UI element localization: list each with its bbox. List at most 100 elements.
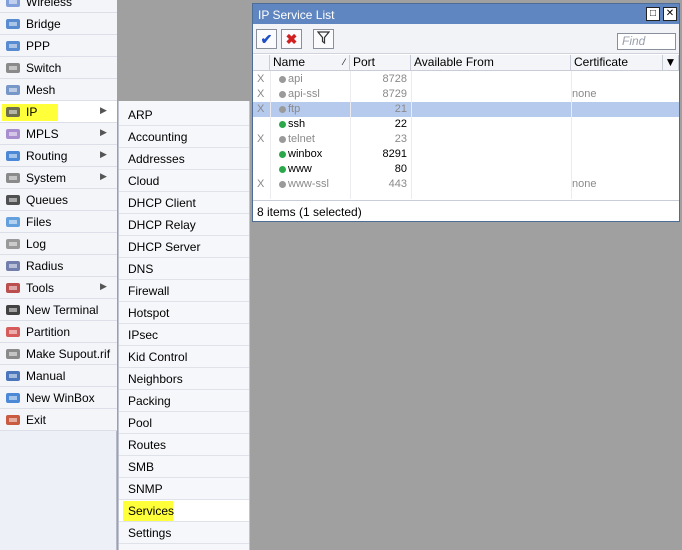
maximize-icon[interactable]: □ — [646, 7, 660, 21]
sidebar-item-label: Log — [26, 237, 47, 251]
sidebar-item-label: MPLS — [26, 127, 59, 141]
table-row[interactable]: winbox 8291 — [253, 147, 679, 162]
window-toolbar: ✔ ✖ Find — [253, 24, 679, 54]
submenu-arrow-icon: ▶ — [100, 281, 107, 291]
sidebar-item-label: Radius — [26, 259, 64, 273]
sidebar-item-manual[interactable]: Manual — [0, 365, 117, 387]
port-column-header[interactable]: Port — [350, 55, 411, 71]
sidebar-item-system[interactable]: System ▶ — [0, 167, 117, 189]
sidebar-item-new-winbox[interactable]: New WinBox — [0, 387, 117, 409]
filter-icon[interactable] — [313, 29, 334, 49]
sidebar-item-partition[interactable]: Partition — [0, 321, 117, 343]
submenu-item-hotspot[interactable]: Hotspot — [119, 302, 249, 324]
find-input[interactable]: Find — [617, 33, 676, 50]
sidebar-item-ppp[interactable]: PPP — [0, 35, 117, 57]
table-row[interactable]: Xftp 21 — [253, 102, 679, 117]
sidebar-item-label: PPP — [26, 39, 51, 53]
window-title: IP Service List — [258, 8, 335, 22]
sidebar-item-ip[interactable]: IP ▶ — [0, 101, 117, 123]
status-text: 8 items (1 selected) — [257, 205, 362, 219]
submenu-item-ipsec[interactable]: IPsec — [119, 324, 249, 346]
window-titlebar[interactable]: IP Service List □ ✕ — [253, 4, 679, 24]
sidebar-item-exit[interactable]: Exit — [0, 409, 117, 431]
sidebar-item-queues[interactable]: Queues — [0, 189, 117, 211]
submenu-item-label: DNS — [128, 262, 154, 276]
submenu-item-label: DHCP Relay — [128, 218, 196, 232]
enable-check-icon[interactable]: ✔ — [256, 29, 277, 49]
submenu-item-dhcp-server[interactable]: DHCP Server — [119, 236, 249, 258]
sidebar-item-files[interactable]: Files — [0, 211, 117, 233]
submenu-item-snmp[interactable]: SNMP — [119, 478, 249, 500]
sidebar-item-label: Routing — [26, 149, 68, 163]
submenu-item-dns[interactable]: DNS — [119, 258, 249, 280]
ip-service-list-window: IP Service List □ ✕ ✔ ✖ Find Name ⁄ Port … — [252, 3, 680, 222]
table-row[interactable]: www 80 — [253, 162, 679, 177]
sidebar-item-label: System — [26, 171, 67, 185]
submenu-item-label: DHCP Client — [128, 196, 196, 210]
sidebar-item-switch[interactable]: Switch — [0, 57, 117, 79]
service-port: 8729 — [382, 88, 407, 100]
sidebar-item-log[interactable]: Log — [0, 233, 117, 255]
submenu-item-arp[interactable]: ARP — [119, 104, 249, 126]
submenu-item-label: IPsec — [128, 328, 159, 342]
submenu-item-dhcp-relay[interactable]: DHCP Relay — [119, 214, 249, 236]
submenu-arrow-icon: ▶ — [100, 171, 107, 181]
submenu-item-label: Firewall — [128, 284, 170, 298]
submenu-item-firewall[interactable]: Firewall — [119, 280, 249, 302]
tools-icon — [5, 281, 21, 295]
columns-dropdown-icon[interactable]: ▼ — [663, 55, 679, 71]
sidebar-item-mesh[interactable]: Mesh — [0, 79, 117, 101]
submenu-arrow-icon: ▶ — [100, 127, 107, 137]
submenu-item-smb[interactable]: SMB — [119, 456, 249, 478]
sidebar-item-tools[interactable]: Tools ▶ — [0, 277, 117, 299]
table-row[interactable]: ssh 22 — [253, 117, 679, 132]
sidebar-item-label: Mesh — [26, 83, 56, 97]
table-row[interactable]: Xtelnet 23 — [253, 132, 679, 147]
sidebar-item-mpls[interactable]: MPLS ▶ — [0, 123, 117, 145]
submenu-item-label: Accounting — [128, 130, 188, 144]
column-label: Available From — [414, 55, 494, 69]
submenu-item-settings[interactable]: Settings — [119, 522, 249, 544]
sidebar-item-bridge[interactable]: Bridge — [0, 13, 117, 35]
column-divider — [270, 71, 271, 199]
status-bar: 8 items (1 selected) — [253, 200, 679, 221]
sidebar-item-new-terminal[interactable]: New Terminal — [0, 299, 117, 321]
submenu-item-addresses[interactable]: Addresses — [119, 148, 249, 170]
submenu-item-services[interactable]: Services — [119, 500, 249, 522]
submenu-item-packing[interactable]: Packing — [119, 390, 249, 412]
name-column-header[interactable]: Name ⁄ — [270, 55, 350, 71]
sidebar-item-label: Partition — [26, 325, 71, 339]
sidebar-item-make-supout-rif[interactable]: Make Supout.rif — [0, 343, 117, 365]
available-from-column-header[interactable]: Available From — [411, 55, 571, 71]
submenu-item-label: Hotspot — [128, 306, 170, 320]
submenu-item-label: DHCP Server — [128, 240, 201, 254]
queues-icon — [5, 193, 21, 207]
service-certificate: none — [572, 178, 597, 190]
submenu-item-accounting[interactable]: Accounting — [119, 126, 249, 148]
submenu-item-pool[interactable]: Pool — [119, 412, 249, 434]
submenu-item-neighbors[interactable]: Neighbors — [119, 368, 249, 390]
submenu-arrow-icon: ▶ — [100, 105, 107, 115]
sidebar-item-label: Queues — [26, 193, 69, 207]
service-port: 23 — [394, 133, 407, 145]
disable-x-icon[interactable]: ✖ — [281, 29, 302, 49]
submenu-item-cloud[interactable]: Cloud — [119, 170, 249, 192]
sort-icon: ⁄ — [343, 57, 345, 67]
table-row[interactable]: Xwww-ssl 443 none — [253, 177, 679, 192]
flag-column-header[interactable] — [253, 55, 270, 71]
sidebar-item-routing[interactable]: Routing ▶ — [0, 145, 117, 167]
submenu-item-dhcp-client[interactable]: DHCP Client — [119, 192, 249, 214]
close-icon[interactable]: ✕ — [663, 7, 677, 21]
table-row[interactable]: Xapi-ssl 8729 none — [253, 87, 679, 102]
certificate-column-header[interactable]: Certificate — [571, 55, 663, 71]
table-row[interactable]: Xapi 8728 — [253, 72, 679, 87]
submenu-item-label: Kid Control — [128, 350, 188, 364]
submenu-item-label: Cloud — [128, 174, 160, 188]
submenu-item-label: Settings — [128, 526, 172, 540]
submenu-item-kid-control[interactable]: Kid Control — [119, 346, 249, 368]
sidebar-item-label: Switch — [26, 61, 62, 75]
log-icon — [5, 237, 21, 251]
sidebar-item-wireless[interactable]: Wireless — [0, 0, 117, 13]
submenu-item-routes[interactable]: Routes — [119, 434, 249, 456]
sidebar-item-radius[interactable]: Radius — [0, 255, 117, 277]
